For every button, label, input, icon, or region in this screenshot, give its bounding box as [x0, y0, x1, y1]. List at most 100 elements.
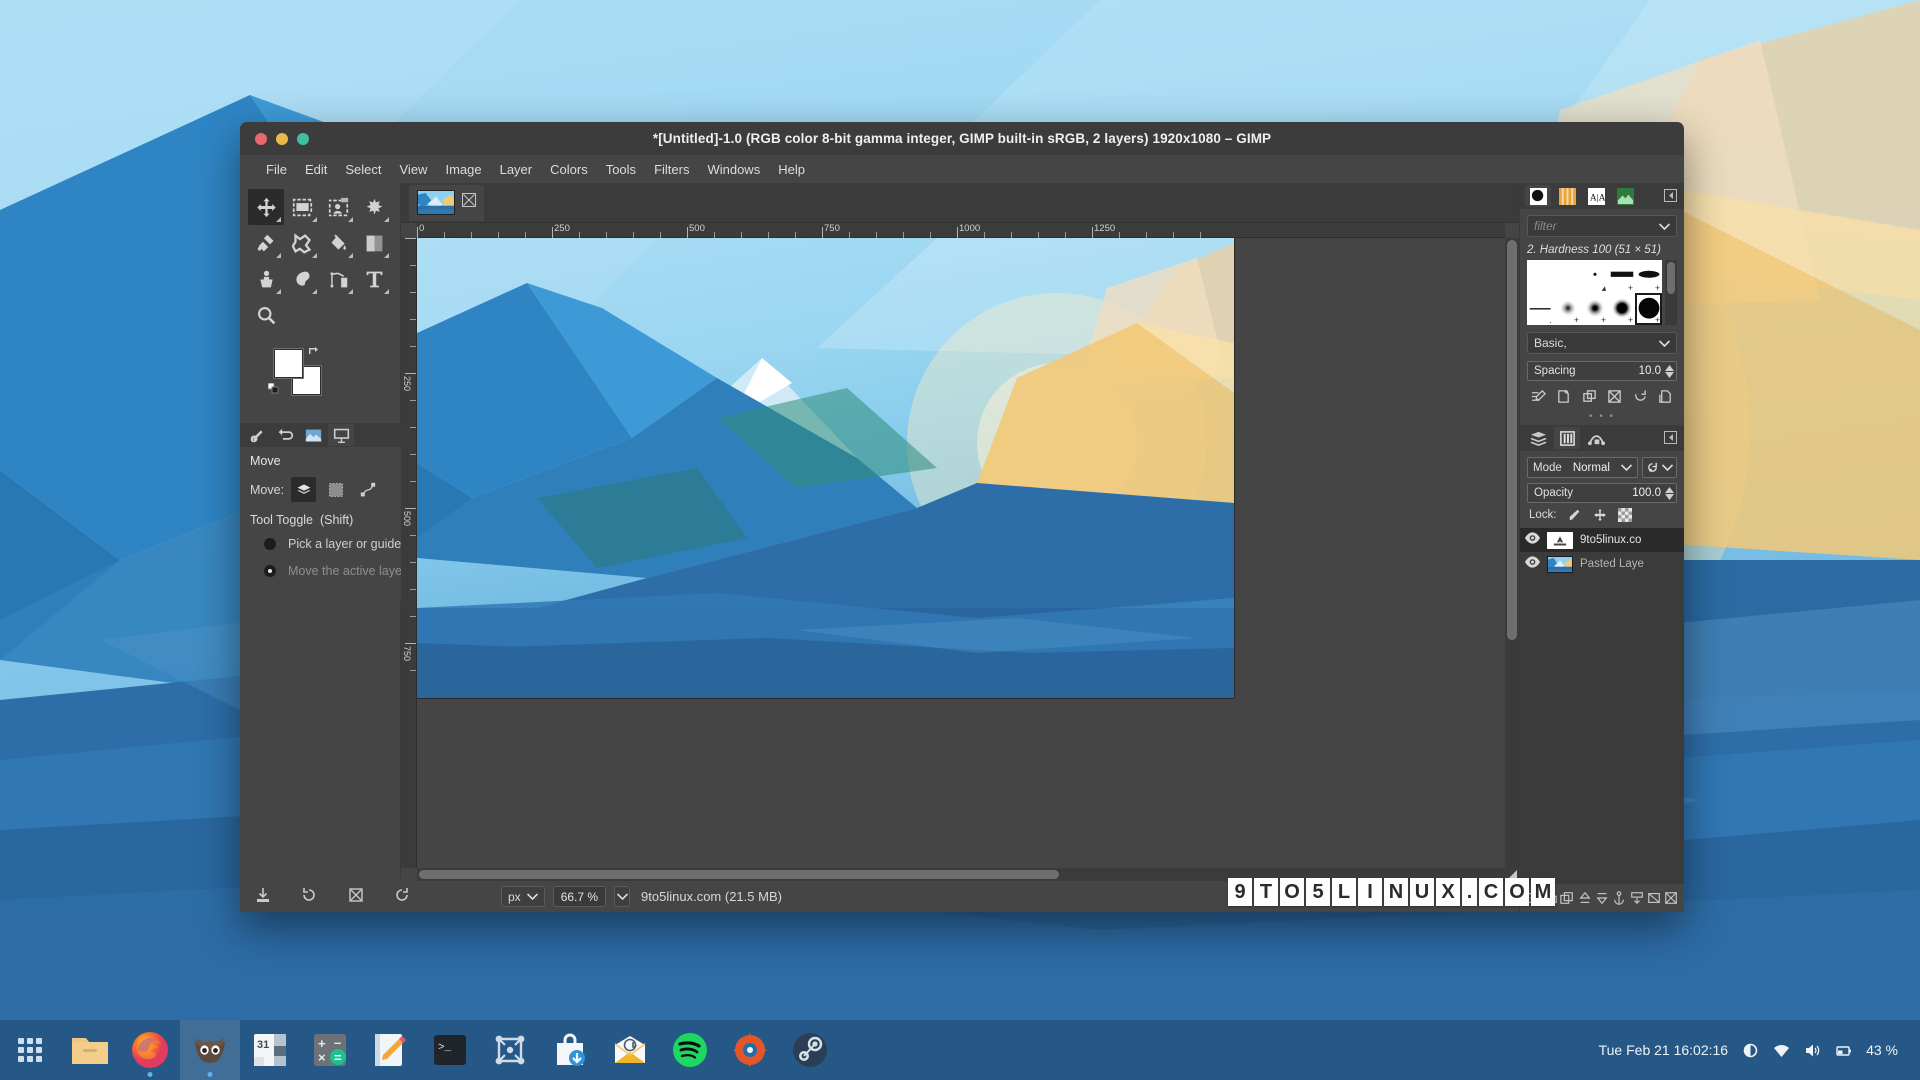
menu-select[interactable]: Select	[336, 159, 390, 180]
panel-menu-icon[interactable]	[1664, 189, 1677, 202]
radio-move-active-layer[interactable]: Move the active layer	[264, 564, 415, 578]
refresh-brushes-icon[interactable]	[1633, 389, 1648, 404]
duplicate-brush-icon[interactable]	[1582, 389, 1597, 404]
layer-row[interactable]: Pasted Laye	[1520, 552, 1684, 576]
new-brush-icon[interactable]	[1556, 389, 1571, 404]
brush-tag-filter[interactable]: Basic,	[1527, 332, 1677, 354]
tab-tool-options[interactable]: i	[244, 424, 270, 446]
brush-item[interactable]: +	[1608, 260, 1635, 293]
delete-layer-icon[interactable]	[1664, 891, 1678, 905]
tab-fonts[interactable]: A|A	[1583, 185, 1609, 207]
lock-pixels-icon[interactable]	[1568, 508, 1582, 522]
canvas-vertical-scrollbar[interactable]	[1505, 238, 1519, 868]
show-applications-button[interactable]	[0, 1020, 60, 1080]
menu-help[interactable]: Help	[769, 159, 814, 180]
menu-colors[interactable]: Colors	[541, 159, 597, 180]
unit-selector[interactable]: px	[501, 886, 545, 907]
layers-list[interactable]: 9to5linux.co Pasted Laye	[1520, 528, 1684, 884]
maximize-window-button[interactable]	[297, 132, 309, 145]
layer-visibility-icon[interactable]	[1525, 531, 1540, 549]
delete-brush-icon[interactable]	[1607, 389, 1622, 404]
tab-images[interactable]	[300, 424, 326, 446]
panel-menu-icon[interactable]	[1664, 431, 1677, 444]
tab-undo-history[interactable]	[272, 424, 298, 446]
steam-app-button[interactable]	[780, 1020, 840, 1080]
lock-position-icon[interactable]	[1593, 508, 1607, 522]
tab-brushes[interactable]	[1525, 185, 1551, 207]
menu-filters[interactable]: Filters	[645, 159, 698, 180]
lower-layer-icon[interactable]	[1595, 891, 1609, 905]
calendar-app-button[interactable]: 31	[240, 1020, 300, 1080]
zoom-dropdown-button[interactable]	[614, 886, 631, 907]
free-select-tool[interactable]	[320, 189, 356, 225]
move-path-mode-button[interactable]	[355, 477, 380, 502]
raise-layer-icon[interactable]	[1578, 891, 1592, 905]
brush-item[interactable]	[1554, 260, 1581, 293]
horizontal-ruler[interactable]: 0 250 500 750 1000 1250	[417, 223, 1505, 238]
firefox-app-button[interactable]	[120, 1020, 180, 1080]
opacity-stepper[interactable]	[1665, 486, 1674, 500]
brush-item[interactable]: +	[1635, 260, 1662, 293]
duplicate-layer-icon[interactable]	[1560, 891, 1574, 905]
rectangle-select-tool[interactable]	[284, 189, 320, 225]
clone-tool[interactable]	[248, 261, 284, 297]
brush-item[interactable]: +	[1581, 293, 1608, 326]
zoom-tool[interactable]	[248, 297, 284, 333]
menu-edit[interactable]: Edit	[296, 159, 336, 180]
reset-tool-options-icon[interactable]	[394, 887, 410, 903]
open-brush-icon[interactable]	[1658, 389, 1673, 404]
clock[interactable]: Tue Feb 21 16:02:16	[1599, 1042, 1728, 1058]
canvas-vertical-scroll-thumb[interactable]	[1507, 240, 1517, 640]
gimp-app-button[interactable]	[180, 1020, 240, 1080]
brush-item[interactable]: +	[1554, 293, 1581, 326]
tab-patterns[interactable]	[1554, 185, 1580, 207]
brush-spacing-spinner[interactable]: Spacing 10.0	[1527, 361, 1677, 381]
mail-app-button[interactable]	[600, 1020, 660, 1080]
reset-colors-icon[interactable]	[268, 383, 279, 394]
merge-down-icon[interactable]	[1630, 891, 1644, 905]
smudge-tool[interactable]	[284, 261, 320, 297]
chevron-down-icon[interactable]	[1659, 222, 1670, 230]
brush-item-selected[interactable]: +	[1635, 292, 1662, 325]
cage-transform-tool[interactable]	[284, 225, 320, 261]
menu-view[interactable]: View	[391, 159, 437, 180]
wifi-icon[interactable]	[1773, 1042, 1790, 1059]
calculator-app-button[interactable]: + – × =	[300, 1020, 360, 1080]
brush-grid-scrollbar[interactable]	[1665, 260, 1677, 325]
notes-app-button[interactable]	[360, 1020, 420, 1080]
image-tab[interactable]	[409, 184, 484, 221]
brush-item[interactable]: ▴	[1581, 260, 1608, 293]
kdenlive-app-button[interactable]	[720, 1020, 780, 1080]
brightness-icon[interactable]	[1742, 1042, 1759, 1059]
anchor-layer-icon[interactable]	[1612, 891, 1626, 905]
brush-item[interactable]: .	[1527, 293, 1554, 326]
terminal-app-button[interactable]: >_	[420, 1020, 480, 1080]
spotify-app-button[interactable]	[660, 1020, 720, 1080]
fuzzy-select-tool[interactable]	[356, 189, 392, 225]
brush-grid[interactable]: ▴ + + . + + + +	[1527, 260, 1662, 325]
close-image-tab-icon[interactable]	[462, 193, 476, 212]
mask-icon[interactable]	[1647, 891, 1661, 905]
tab-channels[interactable]	[1554, 427, 1580, 449]
layer-opacity-slider[interactable]: Opacity 100.0	[1527, 483, 1677, 503]
image-canvas[interactable]	[417, 238, 1505, 868]
menu-file[interactable]: File	[257, 159, 296, 180]
volume-icon[interactable]	[1804, 1042, 1821, 1059]
brush-filter-input[interactable]: filter	[1527, 215, 1677, 237]
minimize-window-button[interactable]	[276, 132, 288, 145]
layer-row[interactable]: 9to5linux.co	[1520, 528, 1684, 552]
layer-mode-selector[interactable]: Mode Normal	[1527, 457, 1638, 478]
menu-image[interactable]: Image	[436, 159, 490, 180]
warp-transform-tool[interactable]	[248, 225, 284, 261]
brush-item[interactable]: +	[1608, 293, 1635, 326]
menu-layer[interactable]: Layer	[491, 159, 542, 180]
tab-document-history[interactable]	[1612, 185, 1638, 207]
software-app-button[interactable]	[540, 1020, 600, 1080]
tab-pointer[interactable]	[328, 424, 354, 446]
move-selection-mode-button[interactable]	[323, 477, 348, 502]
edit-brush-icon[interactable]	[1531, 389, 1546, 404]
save-tool-options-icon[interactable]	[255, 887, 271, 903]
tab-layers[interactable]	[1525, 427, 1551, 449]
composite-mode-selector[interactable]	[1642, 457, 1677, 478]
radio-pick-layer[interactable]: Pick a layer or guide	[264, 537, 415, 551]
